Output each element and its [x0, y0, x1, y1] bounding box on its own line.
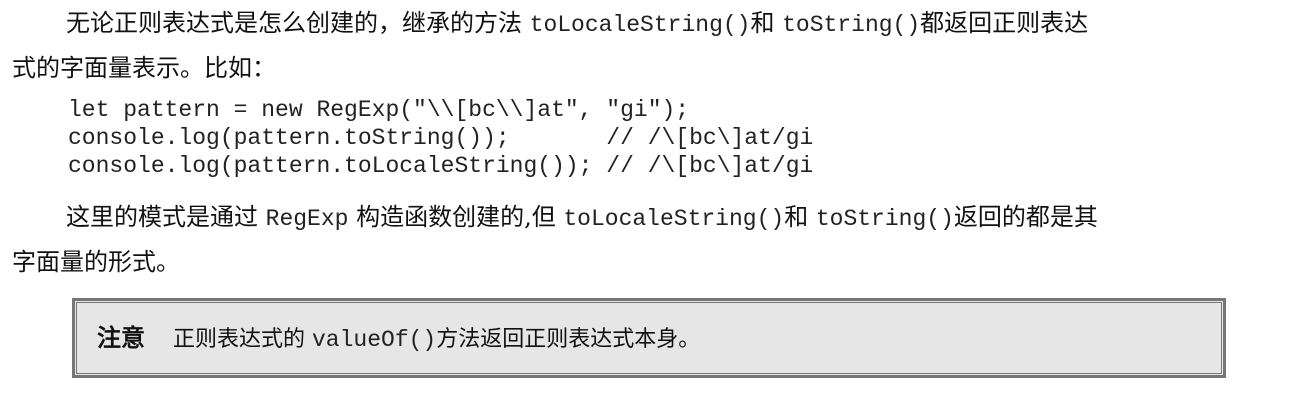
- code-line: let pattern = new RegExp("\\[bc\\]at", "…: [68, 97, 690, 123]
- inline-code: toString(): [782, 12, 921, 38]
- text: 返回的都是其: [953, 203, 1098, 231]
- text: 都返回正则表达: [920, 9, 1089, 37]
- paragraph-2-line-1: 这里的模式是通过 RegExp 构造函数创建的,但 toLocaleString…: [66, 202, 1098, 234]
- note-label: 注意: [97, 324, 145, 352]
- text: 构造函数创建的,但: [348, 203, 564, 231]
- code-line: console.log(pattern.toLocaleString()); /…: [68, 153, 814, 179]
- inline-code: toString(): [815, 206, 954, 232]
- inline-code: toLocaleString(): [563, 206, 785, 232]
- inline-code: RegExp: [265, 206, 349, 232]
- text: 无论正则表达式是怎么创建的，继承的方法: [66, 9, 530, 37]
- text: 这里的模式是通过: [66, 203, 266, 231]
- note-box: 注意 正则表达式的 valueOf()方法返回正则表达式本身。: [72, 298, 1226, 378]
- paragraph-2-line-2: 字面量的形式。: [12, 248, 180, 276]
- inline-code: valueOf(): [312, 327, 437, 353]
- text: 方法返回正则表达式本身。: [436, 327, 701, 352]
- text: 和: [784, 203, 816, 231]
- paragraph-1-line-2: 式的字面量表示。比如：: [12, 54, 276, 82]
- code-line: console.log(pattern.toString()); // /\[b…: [68, 125, 814, 151]
- text: 正则表达式的: [173, 327, 312, 352]
- paragraph-1-line-1: 无论正则表达式是怎么创建的，继承的方法 toLocaleString()和 to…: [66, 8, 1088, 40]
- note-text: 注意 正则表达式的 valueOf()方法返回正则表达式本身。: [97, 323, 700, 355]
- text: 和: [750, 9, 783, 37]
- inline-code: toLocaleString(): [529, 12, 751, 38]
